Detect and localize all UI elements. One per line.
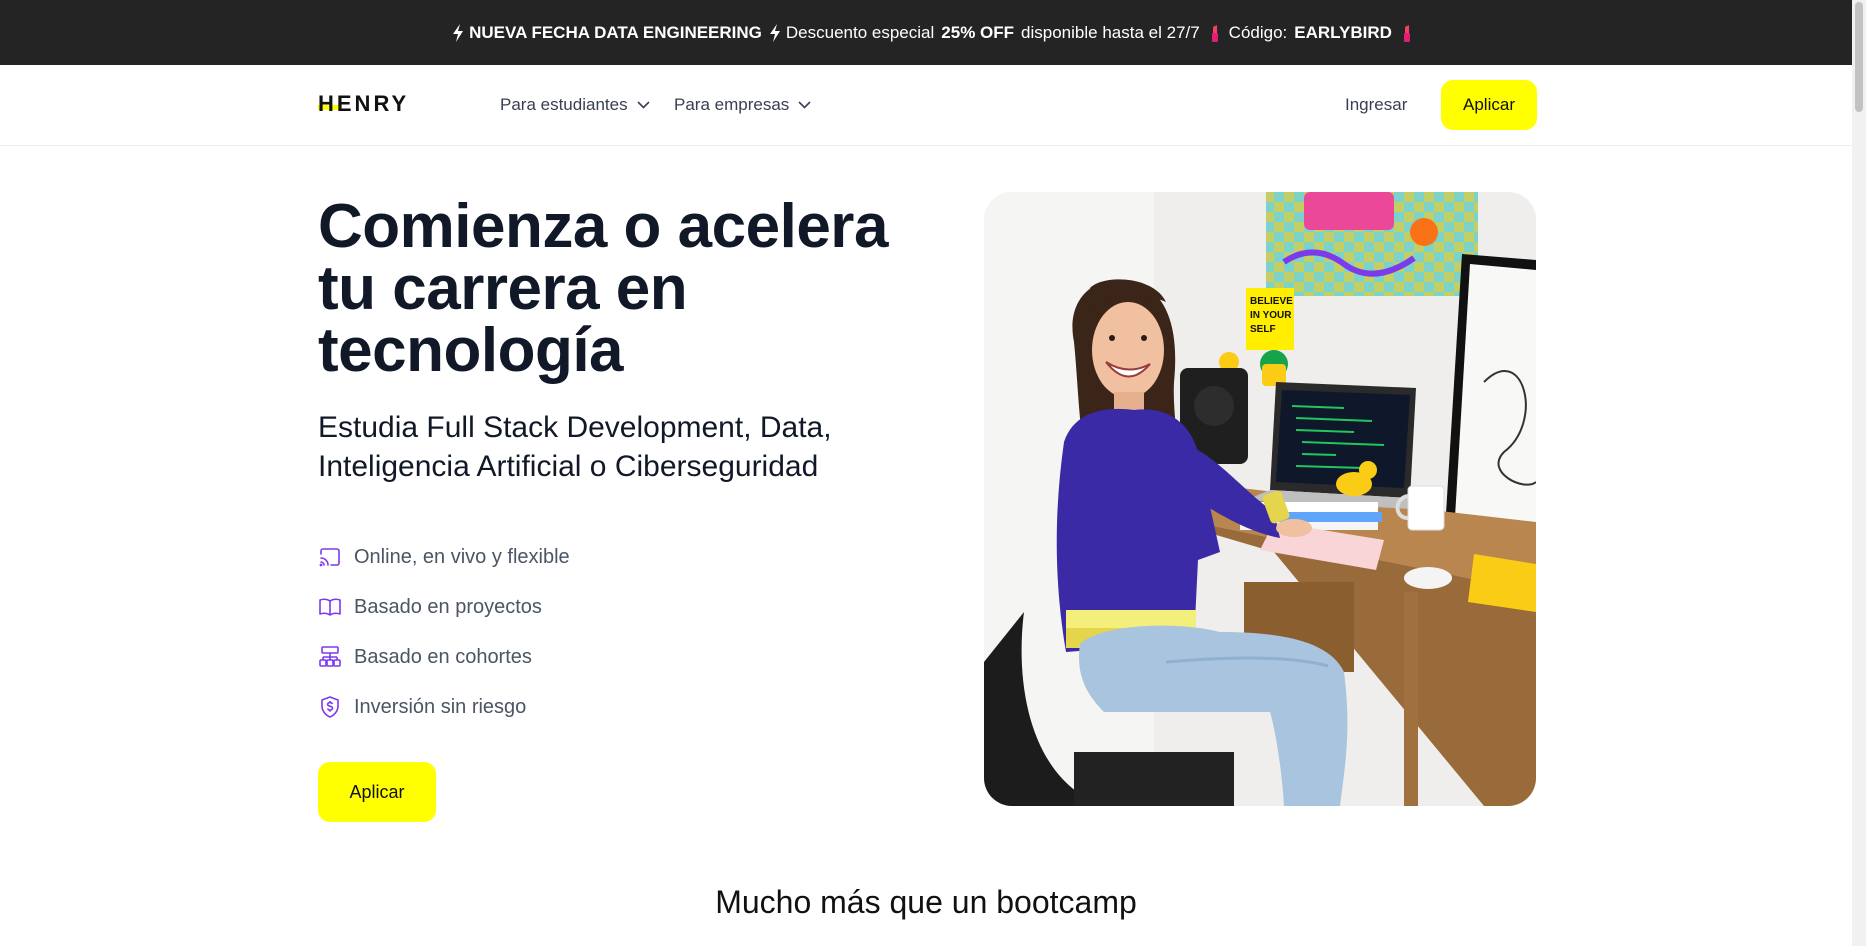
- chevron-down-icon: [637, 101, 650, 109]
- promo-code-label: Código:: [1228, 22, 1288, 42]
- hero-title: Comienza o acelera tu carrera en tecnolo…: [318, 196, 918, 382]
- hero-photo: BELIEVE IN YOUR SELF: [984, 192, 1536, 806]
- chevron-down-icon: [798, 101, 811, 109]
- feature-list: Online, en vivo y flexible Basado en pro…: [318, 532, 570, 732]
- promo-title-group: NUEVA FECHA DATA ENGINEERING: [452, 23, 762, 43]
- promo-discount-text: Descuento especial: [785, 22, 935, 42]
- svg-text:IN YOUR: IN YOUR: [1250, 310, 1292, 321]
- svg-text:SELF: SELF: [1250, 324, 1276, 335]
- login-link[interactable]: Ingresar: [1345, 95, 1407, 115]
- lipstick-icon: [1211, 24, 1218, 42]
- feature-item-inversion: Inversión sin riesgo: [318, 682, 570, 732]
- feature-item-proyectos: Basado en proyectos: [318, 582, 570, 632]
- wall-poster: [1266, 192, 1478, 296]
- lipstick-icon: [1403, 24, 1410, 42]
- feature-label: Basado en cohortes: [354, 645, 532, 668]
- hero-photo-illustration: BELIEVE IN YOUR SELF: [984, 192, 1536, 806]
- nav-apply-button[interactable]: Aplicar: [1441, 80, 1537, 130]
- feature-label: Basado en proyectos: [354, 595, 542, 618]
- nav-link-label: Para estudiantes: [500, 95, 628, 114]
- feature-item-online: Online, en vivo y flexible: [318, 532, 570, 582]
- network-icon: [319, 646, 341, 667]
- nav-link-label: Para empresas: [674, 95, 790, 114]
- hero-apply-button[interactable]: Aplicar: [318, 762, 436, 822]
- main-nav: HENRY Para estudiantes Para empresas Ing…: [0, 65, 1852, 146]
- book-icon: [319, 598, 341, 616]
- promo-discount-group: Descuento especial: [769, 23, 934, 43]
- nav-link-para-empresas[interactable]: Para empresas: [674, 95, 811, 115]
- lightning-icon: [769, 23, 780, 42]
- believe-poster: BELIEVE IN YOUR SELF: [1246, 288, 1294, 350]
- hero-title-line: Comienza o acelera: [318, 192, 888, 261]
- hero-title-line: tu carrera en: [318, 254, 688, 323]
- promo-code: EARLYBIRD: [1294, 22, 1392, 42]
- promo-banner[interactable]: NUEVA FECHA DATA ENGINEERING Descuento e…: [0, 0, 1866, 65]
- lightning-icon: [453, 23, 464, 42]
- promo-discount-value: 25% OFF: [941, 22, 1015, 42]
- henry-logo[interactable]: HENRY: [318, 92, 420, 116]
- logo-text: HENRY: [318, 92, 409, 116]
- feature-label: Inversión sin riesgo: [354, 695, 527, 718]
- scrollbar-thumb[interactable]: [1855, 2, 1863, 112]
- shield-dollar-icon: [321, 696, 339, 718]
- feature-item-cohortes: Basado en cohortes: [318, 632, 570, 682]
- promo-title: NUEVA FECHA DATA ENGINEERING: [469, 22, 762, 42]
- section-title: Mucho más que un bootcamp: [715, 884, 1137, 920]
- nav-link-para-estudiantes[interactable]: Para estudiantes: [500, 95, 650, 115]
- cast-icon: [319, 548, 340, 567]
- hero-subtitle: Estudia Full Stack Development, Data, In…: [318, 408, 918, 486]
- hero-subtitle-line: Estudia Full Stack Development, Data,: [318, 411, 832, 444]
- hero-subtitle-line: Inteligencia Artificial o Ciberseguridad: [318, 450, 819, 483]
- promo-availability: disponible hasta el 27/7: [1021, 22, 1200, 42]
- svg-text:BELIEVE: BELIEVE: [1250, 296, 1293, 307]
- page-scrollbar[interactable]: [1852, 0, 1866, 946]
- feature-label: Online, en vivo y flexible: [354, 545, 570, 568]
- hero-title-line: tecnología: [318, 316, 624, 385]
